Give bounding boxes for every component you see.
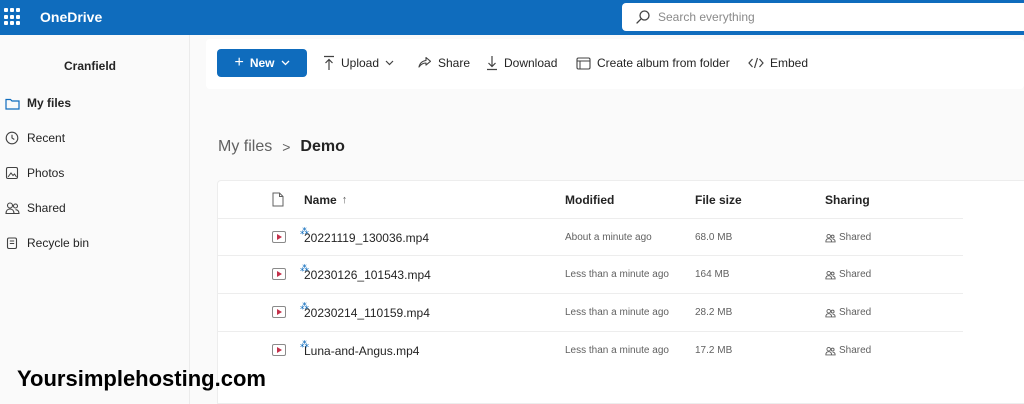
share-button[interactable]: Share [417, 52, 470, 74]
folder-icon [4, 95, 20, 111]
sort-ascending-icon: ↑ [341, 194, 348, 206]
download-button[interactable]: Download [486, 52, 557, 74]
sharing-status[interactable]: Shared [825, 307, 871, 318]
share-icon [418, 56, 432, 68]
sharing-status[interactable]: Shared [825, 232, 871, 243]
column-header-sharing[interactable]: Sharing [825, 193, 870, 207]
table-row[interactable]: ⁂ 20230126_101543.mp4 Less than a minute… [218, 255, 963, 292]
file-name[interactable]: Luna-and-Angus.mp4 [304, 344, 419, 358]
video-file-icon [272, 231, 286, 243]
breadcrumb-current: Demo [300, 138, 345, 155]
search-box[interactable] [622, 3, 1024, 31]
upload-icon [324, 55, 334, 70]
sharing-status[interactable]: Shared [825, 269, 871, 280]
tenant-name: Cranfield [64, 59, 117, 73]
command-bar: + New Upload Share Download Create album… [206, 39, 1024, 89]
embed-button[interactable]: Embed [748, 52, 808, 74]
sharing-status[interactable]: Shared [825, 345, 871, 356]
table-row[interactable]: ⁂ 20221119_130036.mp4 About a minute ago… [218, 218, 963, 255]
people-icon [4, 200, 20, 216]
video-file-icon [272, 306, 286, 318]
main-content: + New Upload Share Download Create album… [190, 35, 1024, 404]
code-icon [748, 57, 764, 69]
sidebar: Cranfield My files Recent Photos Shared … [0, 35, 190, 404]
image-icon [4, 165, 20, 181]
column-header-file-size[interactable]: File size [695, 193, 742, 207]
sidebar-item-shared[interactable]: Shared [0, 193, 189, 223]
breadcrumb-separator: > [282, 139, 291, 155]
file-list: Name ↑ Modified File size Sharing ⁂ 2022… [217, 180, 1024, 404]
file-modified: About a minute ago [565, 232, 652, 243]
file-modified: Less than a minute ago [565, 345, 669, 356]
video-file-icon [272, 344, 286, 356]
download-icon [487, 56, 497, 71]
create-album-button[interactable]: Create album from folder [576, 52, 730, 74]
breadcrumb: My files > Demo [218, 138, 345, 156]
file-name[interactable]: 20230126_101543.mp4 [304, 268, 431, 282]
file-size: 68.0 MB [695, 232, 733, 243]
new-button[interactable]: + New [217, 49, 307, 77]
table-row[interactable]: ⁂ 20230214_110159.mp4 Less than a minute… [218, 293, 963, 330]
file-size: 17.2 MB [695, 345, 733, 356]
file-name[interactable]: 20221119_130036.mp4 [304, 231, 429, 245]
sidebar-item-label: Shared [27, 201, 66, 215]
sidebar-item-my-files[interactable]: My files [0, 88, 189, 118]
trash-icon [4, 235, 20, 251]
people-icon [825, 233, 836, 242]
chevron-down-icon [385, 60, 394, 66]
chevron-down-icon [281, 60, 289, 66]
clock-icon [4, 130, 20, 146]
file-size: 28.2 MB [695, 307, 733, 318]
watermark: Yoursimplehosting.com [17, 366, 266, 391]
app-launcher-icon[interactable] [4, 8, 22, 26]
file-name[interactable]: 20230214_110159.mp4 [304, 306, 430, 320]
album-icon [576, 56, 591, 70]
column-header-modified[interactable]: Modified [565, 193, 614, 207]
column-header-name[interactable]: Name ↑ [304, 193, 347, 207]
sidebar-item-label: Recycle bin [27, 236, 90, 250]
plus-icon: + [234, 54, 244, 71]
sidebar-item-photos[interactable]: Photos [0, 158, 189, 188]
sidebar-item-label: My files [27, 96, 72, 110]
upload-button[interactable]: Upload [323, 52, 394, 74]
people-icon [825, 346, 836, 355]
file-type-header-icon [272, 192, 284, 207]
sidebar-item-recycle-bin[interactable]: Recycle bin [0, 228, 189, 258]
breadcrumb-parent[interactable]: My files [218, 138, 272, 156]
app-title[interactable]: OneDrive [40, 9, 102, 25]
people-icon [825, 308, 836, 317]
top-bar: OneDrive [0, 0, 1024, 35]
people-icon [825, 270, 836, 279]
file-modified: Less than a minute ago [565, 269, 669, 280]
search-input[interactable] [658, 7, 998, 27]
file-modified: Less than a minute ago [565, 307, 669, 318]
search-icon [636, 10, 650, 24]
table-row[interactable]: ⁂ Luna-and-Angus.mp4 Less than a minute … [218, 331, 963, 368]
sidebar-item-label: Recent [27, 131, 66, 145]
video-file-icon [272, 268, 286, 280]
sidebar-item-recent[interactable]: Recent [0, 123, 189, 153]
file-size: 164 MB [695, 269, 730, 280]
sidebar-item-label: Photos [27, 166, 65, 180]
